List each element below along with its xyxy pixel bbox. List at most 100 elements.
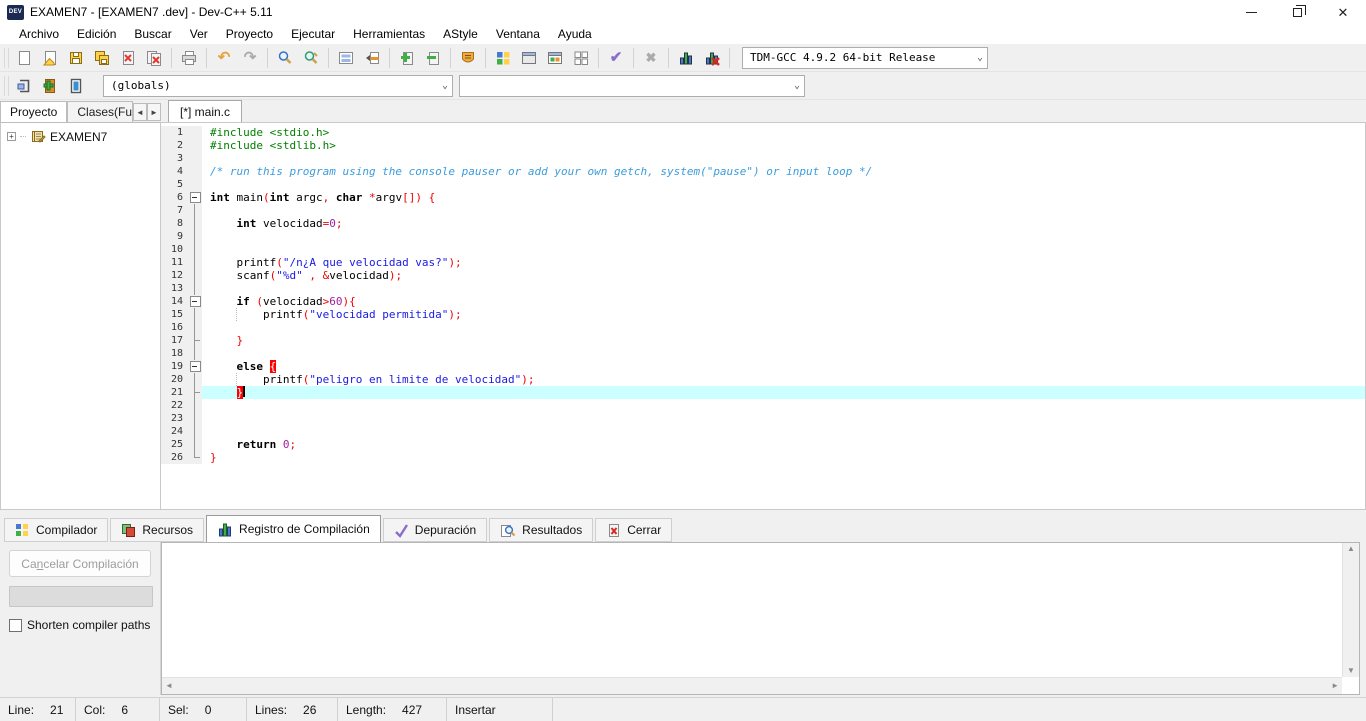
report-tab-depuracion[interactable]: Depuración: [383, 518, 487, 542]
code-line-4[interactable]: 4/* run this program using the console p…: [161, 165, 1365, 178]
code-line-15[interactable]: 15 printf("velocidad permitida");: [161, 308, 1365, 321]
code-line-16[interactable]: 16: [161, 321, 1365, 334]
project-tree-item[interactable]: + EXAMEN7: [7, 129, 160, 144]
goto-line-button[interactable]: [333, 46, 359, 70]
compiler-select[interactable]: TDM-GCC 4.9.2 64-bit Release ⌄: [742, 47, 988, 69]
menu-item-ejecutar[interactable]: Ejecutar: [282, 25, 344, 43]
shorten-paths-option[interactable]: Shorten compiler paths: [9, 618, 151, 632]
replace-button[interactable]: [298, 46, 324, 70]
undo-button[interactable]: ↶: [211, 46, 237, 70]
scroll-down-icon[interactable]: ▼: [1347, 667, 1355, 675]
line-number: 25: [161, 438, 188, 451]
report-tab-cerrar[interactable]: Cerrar: [595, 518, 672, 542]
delete-profile-button[interactable]: [699, 46, 725, 70]
scroll-left-icon[interactable]: ◄: [165, 682, 173, 690]
abort-compilation-button[interactable]: ✖: [638, 46, 664, 70]
find-button[interactable]: [272, 46, 298, 70]
add-to-project-button[interactable]: [394, 46, 420, 70]
code-line-20[interactable]: 20 printf("peligro en limite de velocida…: [161, 373, 1365, 386]
code-line-5[interactable]: 5: [161, 178, 1365, 191]
code-line-19[interactable]: 19 else {: [161, 360, 1365, 373]
fold-toggle-icon[interactable]: [188, 360, 202, 373]
menu-item-archivo[interactable]: Archivo: [10, 25, 68, 43]
code-line-8[interactable]: 8 int velocidad=0;: [161, 217, 1365, 230]
menu-item-edicion[interactable]: Edición: [68, 25, 125, 43]
code-line-6[interactable]: 6int main(int argc, char *argv[]) {: [161, 191, 1365, 204]
code-line-9[interactable]: 9: [161, 230, 1365, 243]
code-line-18[interactable]: 18: [161, 347, 1365, 360]
report-tab-recursos[interactable]: Recursos: [110, 518, 204, 542]
compile-log-output[interactable]: ▲ ▼ ◄ ►: [161, 542, 1360, 695]
code-line-11[interactable]: 11 printf("/n¿A que velocidad vas?");: [161, 256, 1365, 269]
report-tab-resultados[interactable]: Resultados: [489, 518, 593, 542]
back-button[interactable]: [11, 74, 37, 98]
code-line-3[interactable]: 3: [161, 152, 1365, 165]
menu-item-ver[interactable]: Ver: [181, 25, 217, 43]
profile-button[interactable]: [673, 46, 699, 70]
output-vertical-scrollbar[interactable]: ▲ ▼: [1342, 543, 1359, 677]
tab-scroll-left-button[interactable]: ◄: [133, 103, 147, 121]
code-line-25[interactable]: 25 return 0;: [161, 438, 1365, 451]
code-line-12[interactable]: 12 scanf("%d" , &velocidad);: [161, 269, 1365, 282]
minimize-button[interactable]: [1228, 0, 1274, 24]
tab-clases[interactable]: Clases(Fun: [67, 101, 133, 122]
save-button[interactable]: [63, 46, 89, 70]
code-line-26[interactable]: 26}: [161, 451, 1365, 464]
code-line-13[interactable]: 13: [161, 282, 1365, 295]
cancel-compilation-button[interactable]: Cancelar Compilación: [9, 550, 151, 577]
scroll-up-icon[interactable]: ▲: [1347, 545, 1355, 553]
remove-from-project-button[interactable]: [420, 46, 446, 70]
code-line-23[interactable]: 23: [161, 412, 1365, 425]
fold-toggle-icon[interactable]: [188, 191, 202, 204]
tab-scroll-right-button[interactable]: ►: [147, 103, 161, 121]
code-line-17[interactable]: 17 }: [161, 334, 1365, 347]
editor-tab-main-c[interactable]: [*] main.c: [168, 100, 242, 122]
new-source-button[interactable]: [37, 74, 63, 98]
shorten-paths-checkbox[interactable]: [9, 619, 22, 632]
compile-button[interactable]: [490, 46, 516, 70]
menu-item-ayuda[interactable]: Ayuda: [549, 25, 601, 43]
compile-run-button[interactable]: [542, 46, 568, 70]
code-editor[interactable]: 1#include <stdio.h>2#include <stdlib.h>3…: [161, 122, 1366, 510]
globals-select[interactable]: (globals) ⌄: [103, 75, 453, 97]
syntax-check-button[interactable]: ✔: [603, 46, 629, 70]
fold-toggle-icon[interactable]: [188, 295, 202, 308]
rebuild-all-button[interactable]: [568, 46, 594, 70]
save-all-button[interactable]: [89, 46, 115, 70]
members-select[interactable]: ⌄: [459, 75, 805, 97]
code-line-21[interactable]: 21 }: [161, 386, 1365, 399]
close-all-button[interactable]: [141, 46, 167, 70]
close-button[interactable]: ✕: [1320, 0, 1366, 24]
new-file-button[interactable]: [11, 46, 37, 70]
tab-proyecto[interactable]: Proyecto: [0, 101, 67, 122]
status-lines-label: Lines:: [255, 703, 287, 717]
menu-item-astyle[interactable]: AStyle: [434, 25, 487, 43]
menu-item-proyecto[interactable]: Proyecto: [217, 25, 282, 43]
expand-icon[interactable]: +: [7, 132, 16, 141]
open-file-button[interactable]: [37, 46, 63, 70]
run-button[interactable]: [516, 46, 542, 70]
project-options-button[interactable]: [455, 46, 481, 70]
restore-button[interactable]: [1274, 0, 1320, 24]
redo-button[interactable]: ↷: [237, 46, 263, 70]
report-tab-compilador[interactable]: Compilador: [4, 518, 108, 542]
code-line-24[interactable]: 24: [161, 425, 1365, 438]
code-line-7[interactable]: 7: [161, 204, 1365, 217]
code-line-1[interactable]: 1#include <stdio.h>: [161, 126, 1365, 139]
code-line-14[interactable]: 14 if (velocidad>60){: [161, 295, 1365, 308]
line-number: 7: [161, 204, 188, 217]
menu-item-herramientas[interactable]: Herramientas: [344, 25, 434, 43]
print-button[interactable]: [176, 46, 202, 70]
output-horizontal-scrollbar[interactable]: ◄ ►: [162, 677, 1342, 694]
code-line-22[interactable]: 22: [161, 399, 1365, 412]
scroll-right-icon[interactable]: ►: [1331, 682, 1339, 690]
status-lines: Lines:26: [247, 698, 338, 721]
toggle-bookmark-button[interactable]: [63, 74, 89, 98]
swap-header-source-button[interactable]: [359, 46, 385, 70]
report-tab-registro-de-compilacion[interactable]: Registro de Compilación: [206, 515, 381, 542]
menu-item-ventana[interactable]: Ventana: [487, 25, 549, 43]
code-line-10[interactable]: 10: [161, 243, 1365, 256]
close-file-button[interactable]: [115, 46, 141, 70]
code-line-2[interactable]: 2#include <stdlib.h>: [161, 139, 1365, 152]
menu-item-buscar[interactable]: Buscar: [125, 25, 180, 43]
